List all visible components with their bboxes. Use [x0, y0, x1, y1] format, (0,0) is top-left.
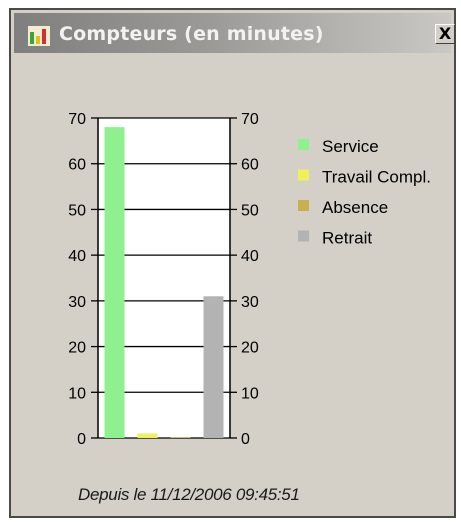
left-tick-label: 20 — [68, 340, 86, 357]
legend-label: Travail Compl. — [322, 168, 431, 187]
legend-label: Absence — [322, 198, 388, 217]
left-tick-label: 0 — [77, 431, 86, 448]
right-tick-label: 40 — [241, 248, 259, 265]
left-tick-label: 60 — [68, 157, 86, 174]
legend-swatch — [298, 139, 309, 150]
right-tick-label: 70 — [241, 111, 259, 128]
right-tick-label: 30 — [241, 294, 259, 311]
legend-label: Service — [322, 137, 379, 156]
since-timestamp: Depuis le 11/12/2006 09:45:51 — [78, 485, 300, 504]
left-tick-label: 70 — [68, 111, 86, 128]
bar-travail-compl — [137, 433, 158, 438]
legend-swatch — [298, 169, 309, 181]
left-tick-label: 40 — [68, 248, 86, 265]
counters-chart: 0 10 20 30 40 50 60 70 0 10 20 30 40 50 60 70 Service T… — [68, 111, 431, 448]
right-axis-ticks: 0 10 20 30 40 50 60 70 — [230, 111, 259, 448]
right-tick-label: 0 — [241, 431, 250, 448]
bar-absence — [170, 437, 191, 438]
legend-label: Retrait — [322, 229, 372, 248]
bar-service — [104, 127, 125, 439]
legend-swatch — [298, 230, 309, 242]
left-tick-label: 30 — [68, 294, 86, 311]
right-tick-label: 50 — [241, 202, 259, 219]
bar-retrait — [203, 296, 224, 438]
right-tick-label: 10 — [241, 385, 259, 402]
left-tick-label: 10 — [68, 385, 86, 402]
right-tick-label: 60 — [241, 157, 259, 174]
legend-swatch — [298, 200, 309, 211]
right-tick-label: 20 — [241, 340, 259, 357]
legend: Service Travail Compl. Absence Retrait — [298, 137, 431, 248]
left-axis-ticks: 0 10 20 30 40 50 60 70 — [68, 111, 98, 448]
left-tick-label: 50 — [68, 202, 86, 219]
